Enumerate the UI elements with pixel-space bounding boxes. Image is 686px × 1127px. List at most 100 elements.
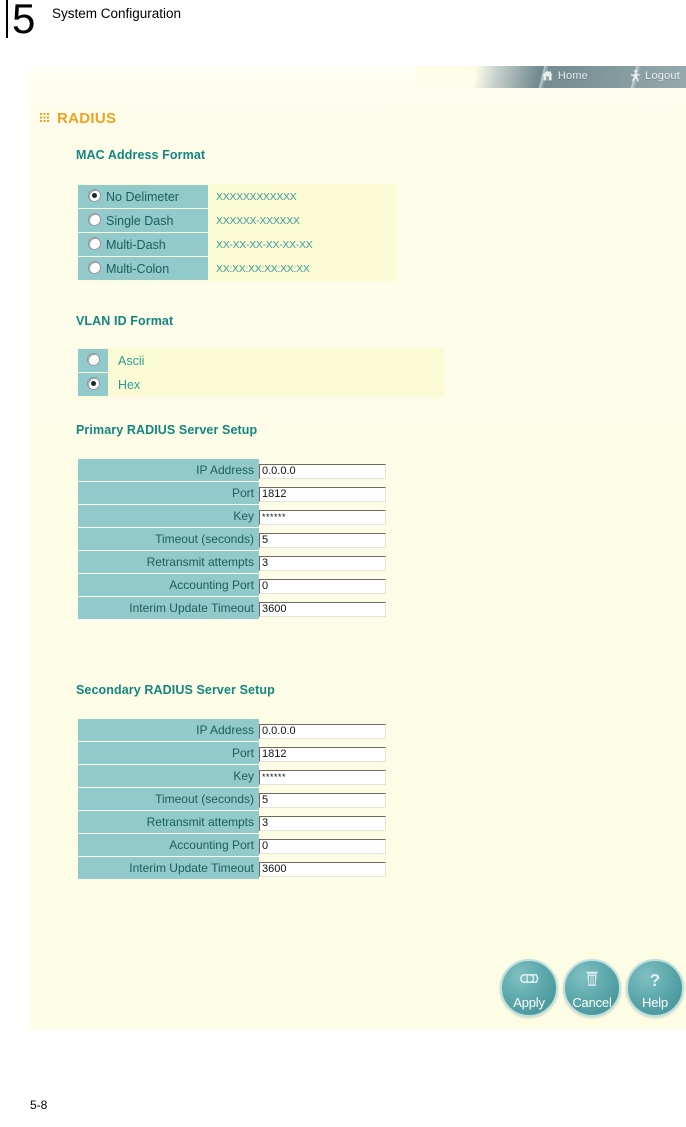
key-input[interactable] xyxy=(259,769,386,785)
mac-format-example: XXXXXX-XXXXXX xyxy=(208,209,396,232)
chapter-title: System Configuration xyxy=(52,6,182,21)
form-field-label: Accounting Port xyxy=(169,578,254,592)
port-label: Port xyxy=(78,482,259,504)
form-field-label: Port xyxy=(231,746,254,760)
home-link[interactable]: Home xyxy=(541,69,588,82)
interim-update-timeout-input[interactable] xyxy=(259,861,386,877)
radio-indicator[interactable] xyxy=(86,376,100,390)
ip-address-input[interactable] xyxy=(259,463,386,479)
form-input-cell xyxy=(259,459,386,481)
retransmit-attempts-label: Retransmit attempts xyxy=(78,811,259,833)
form-input-cell xyxy=(259,505,386,527)
mac-format-example-text: XXXXXX-XXXXXX xyxy=(216,214,300,227)
accounting-port-label: Accounting Port xyxy=(78,834,259,856)
vlan-format-option-label-cell[interactable]: Hex xyxy=(108,373,444,396)
radio-indicator[interactable] xyxy=(88,237,101,250)
help-button[interactable]: ? Help xyxy=(626,959,684,1017)
mac-format-option-3[interactable]: Multi-Colon xyxy=(78,257,208,280)
cancel-button[interactable]: Cancel xyxy=(563,959,621,1017)
form-row: IP Address xyxy=(78,459,386,481)
interim-update-timeout-input[interactable] xyxy=(259,601,386,617)
interim-update-timeout-label: Interim Update Timeout xyxy=(78,597,259,619)
ip-address-label: IP Address xyxy=(78,459,259,481)
mac-format-option-label: Single Dash xyxy=(106,214,174,228)
timeout-seconds-label: Timeout (seconds) xyxy=(78,528,259,550)
logout-link[interactable]: Logout xyxy=(628,69,680,82)
port-input[interactable] xyxy=(259,746,386,762)
form-row: Port xyxy=(78,742,386,764)
ip-address-input[interactable] xyxy=(259,723,386,739)
mac-format-example-text: XX:XX:XX:XX:XX:XX xyxy=(216,262,310,275)
form-field-label: IP Address xyxy=(196,723,254,737)
timeout-seconds-label: Timeout (seconds) xyxy=(78,788,259,810)
form-field-label: Retransmit attempts xyxy=(146,815,254,829)
cancel-button-label: Cancel xyxy=(572,995,612,1010)
retransmit-attempts-label: Retransmit attempts xyxy=(78,551,259,573)
form-row: Key xyxy=(78,765,386,787)
radio-indicator[interactable] xyxy=(88,261,101,274)
accounting-port-input[interactable] xyxy=(259,838,386,854)
form-row: IP Address xyxy=(78,719,386,741)
accounting-port-input[interactable] xyxy=(259,578,386,594)
form-input-cell xyxy=(259,482,386,504)
form-row: Interim Update Timeout xyxy=(78,857,386,879)
form-field-label: Key xyxy=(233,509,254,523)
radio-indicator[interactable] xyxy=(86,352,100,366)
vlan-format-option-1[interactable] xyxy=(78,373,108,396)
page-title: RADIUS xyxy=(40,110,116,127)
mac-format-option-row[interactable]: Multi-Dash XX-XX-XX-XX-XX-XX xyxy=(78,233,396,256)
vlan-format-option-label-cell[interactable]: Ascii xyxy=(108,349,444,372)
vlan-format-option-0[interactable] xyxy=(78,349,108,372)
vlan-format-option-row[interactable]: Ascii xyxy=(78,349,444,372)
retransmit-attempts-input[interactable] xyxy=(259,815,386,831)
chapter-number: 5 xyxy=(6,0,41,40)
action-button-group: Apply Cancel ? Help xyxy=(500,959,684,1017)
form-field-label: Timeout (seconds) xyxy=(155,792,254,806)
primary-server-form: IP Address Port Key Timeout (seconds) Retran… xyxy=(78,458,386,620)
timeout-seconds-input[interactable] xyxy=(259,792,386,808)
key-input[interactable] xyxy=(259,509,386,525)
form-field-label: Accounting Port xyxy=(169,838,254,852)
timeout-seconds-input[interactable] xyxy=(259,532,386,548)
apply-button[interactable]: Apply xyxy=(500,959,558,1017)
form-row: Interim Update Timeout xyxy=(78,597,386,619)
form-input-cell xyxy=(259,528,386,550)
primary-server-heading: Primary RADIUS Server Setup xyxy=(76,423,258,437)
key-label: Key xyxy=(78,765,259,787)
form-row: Port xyxy=(78,482,386,504)
mac-format-option-row[interactable]: No Delimeter XXXXXXXXXXXX xyxy=(78,185,396,208)
key-label: Key xyxy=(78,505,259,527)
mac-format-heading: MAC Address Format xyxy=(76,148,206,162)
form-row: Timeout (seconds) xyxy=(78,528,386,550)
trash-can-icon xyxy=(586,971,598,986)
mac-format-example-text: XXXXXXXXXXXX xyxy=(216,190,297,203)
vlan-format-heading: VLAN ID Format xyxy=(76,314,174,328)
mac-format-option-row[interactable]: Multi-Colon XX:XX:XX:XX:XX:XX xyxy=(78,257,396,280)
home-icon xyxy=(542,70,553,81)
form-input-cell xyxy=(259,597,386,619)
top-navigation-bar: Home Logout xyxy=(416,66,686,88)
mac-format-option-1[interactable]: Single Dash xyxy=(78,209,208,232)
vlan-format-option-label: Hex xyxy=(118,377,141,392)
form-field-label: Port xyxy=(231,486,254,500)
mac-format-option-row[interactable]: Single Dash XXXXXX-XXXXXX xyxy=(78,209,396,232)
save-disk-icon xyxy=(520,974,539,983)
form-input-cell xyxy=(259,834,386,856)
form-row: Accounting Port xyxy=(78,834,386,856)
form-input-cell xyxy=(259,811,386,833)
mac-format-option-label: No Delimeter xyxy=(106,190,179,204)
radio-indicator[interactable] xyxy=(88,189,101,202)
mac-format-option-0[interactable]: No Delimeter xyxy=(78,185,208,208)
form-input-cell xyxy=(259,551,386,573)
vlan-format-option-row[interactable]: Hex xyxy=(78,373,444,396)
retransmit-attempts-input[interactable] xyxy=(259,555,386,571)
manual-chapter-header: 5 System Configuration xyxy=(0,0,686,56)
interim-update-timeout-label: Interim Update Timeout xyxy=(78,857,259,879)
form-row: Accounting Port xyxy=(78,574,386,596)
form-row: Retransmit attempts xyxy=(78,551,386,573)
port-input[interactable] xyxy=(259,486,386,502)
form-field-label: Key xyxy=(233,769,254,783)
mac-format-option-2[interactable]: Multi-Dash xyxy=(78,233,208,256)
radio-indicator[interactable] xyxy=(88,213,101,226)
form-input-cell xyxy=(259,719,386,741)
